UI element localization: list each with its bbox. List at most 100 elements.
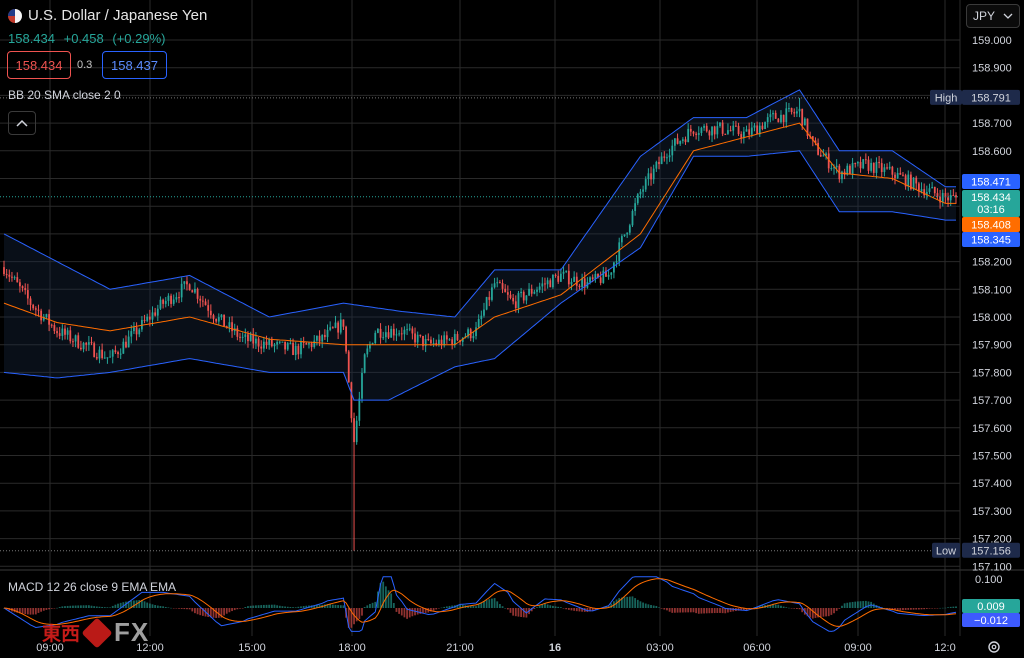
macd-histogram-bar (639, 601, 642, 608)
candle-body (785, 108, 788, 123)
candle-body (642, 189, 644, 192)
macd-histogram-bar (655, 605, 658, 608)
candle-body (326, 329, 329, 338)
macd-histogram-bar (522, 608, 525, 618)
candle-body (766, 117, 769, 123)
macd-histogram-bar (69, 605, 72, 608)
macd-histogram-bar (650, 604, 652, 608)
candle-body (334, 322, 337, 328)
candle-body (639, 191, 642, 195)
candle-body (817, 142, 820, 155)
macd-histogram-bar (485, 599, 488, 608)
macd-histogram-bar (93, 606, 96, 608)
candle-body (16, 277, 19, 283)
macd-histogram-bar (233, 608, 236, 611)
candle-body (589, 277, 591, 283)
candle-body (872, 162, 875, 173)
candle-body (703, 125, 705, 128)
usd-jpy-flag-icon (8, 8, 22, 23)
macd-histogram-bar (106, 607, 109, 608)
candle-body (899, 172, 902, 175)
candle-body (772, 112, 774, 115)
macd-indicator-label[interactable]: MACD 12 26 close 9 EMA EMA (8, 580, 176, 594)
macd-histogram-bar (949, 606, 952, 608)
candle-body (215, 318, 218, 322)
candle-body (26, 290, 29, 299)
macd-histogram-bar (652, 605, 655, 608)
macd-histogram-bar (260, 605, 263, 608)
macd-histogram-bar (644, 603, 647, 608)
macd-histogram-bar (557, 606, 560, 608)
candle-body (774, 112, 777, 119)
candle-body (331, 327, 334, 329)
watermark-cn-text: 東西 (42, 624, 81, 645)
price-axis-tick: 157.600 (972, 423, 1012, 435)
candle-body (366, 348, 369, 355)
bb-lower-badge: 158.345 (971, 235, 1011, 247)
macd-histogram-bar (186, 608, 188, 610)
macd-histogram-bar (302, 606, 305, 608)
symbol-header: U.S. Dollar / Japanese Yen (8, 7, 207, 24)
candle-body (98, 349, 101, 359)
candle-body (931, 186, 934, 189)
candle-body (24, 288, 27, 291)
candle-body (631, 210, 634, 226)
macd-histogram-bar (337, 605, 340, 608)
collapse-indicators-button[interactable] (8, 111, 36, 135)
macd-histogram-bar (101, 606, 104, 608)
bid-button[interactable]: 158.434 (7, 51, 71, 79)
macd-histogram-bar (331, 604, 334, 608)
currency-selector[interactable]: JPY (966, 4, 1020, 28)
macd-histogram-bar (575, 608, 578, 612)
candle-body (451, 339, 454, 346)
macd-histogram-bar (777, 604, 780, 608)
macd-histogram-bar (681, 608, 684, 613)
candle-body (188, 284, 191, 291)
candle-body (708, 131, 711, 136)
ask-button[interactable]: 158.437 (102, 51, 167, 79)
macd-histogram-bar (658, 607, 660, 608)
macd-histogram-bar (546, 604, 549, 608)
candle-body (19, 282, 21, 287)
candle-body (313, 340, 316, 348)
candle-body (122, 341, 125, 354)
candle-body (403, 329, 406, 335)
macd-histogram-bar (716, 608, 719, 614)
macd-histogram-bar (488, 599, 491, 608)
macd-histogram-bar (931, 608, 934, 609)
macd-histogram-bar (241, 608, 244, 609)
bollinger-indicator-label[interactable]: BB 20 SMA close 2 0 (8, 88, 121, 102)
candle-body (711, 126, 713, 136)
macd-histogram-bar (159, 605, 162, 608)
macd-histogram-bar (660, 608, 663, 609)
macd-histogram-bar (437, 608, 440, 609)
candle-body (58, 333, 61, 336)
candle-body (186, 281, 188, 285)
candle-body (862, 159, 865, 169)
macd-histogram-bar (676, 608, 679, 613)
macd-histogram-bar (687, 608, 690, 613)
candle-body (358, 398, 361, 421)
price-axis-tick: 157.300 (972, 506, 1012, 518)
macd-histogram-bar (504, 607, 507, 609)
candle-body (159, 299, 162, 309)
macd-histogram-bar (491, 598, 493, 608)
candle-body (50, 324, 53, 326)
macd-histogram-bar (138, 600, 141, 608)
candle-body (239, 336, 241, 338)
price-chart[interactable]: 0.1000.009−0.012 159.000158.900158.80015… (0, 0, 1024, 658)
macd-histogram-bar (170, 607, 172, 609)
macd-histogram-bar (371, 602, 374, 608)
macd-histogram-bar (358, 608, 361, 619)
candle-body (803, 118, 806, 126)
candle-body (180, 283, 183, 298)
candle-body (437, 339, 440, 345)
high-label-badge: High (935, 92, 958, 104)
high-value-badge: 158.791 (971, 92, 1011, 104)
macd-histogram-bar (117, 603, 119, 608)
candle-body (902, 174, 904, 176)
candle-body (289, 342, 292, 344)
chevron-up-icon (16, 119, 28, 127)
candle-body (554, 274, 557, 276)
candle-body (480, 315, 483, 320)
